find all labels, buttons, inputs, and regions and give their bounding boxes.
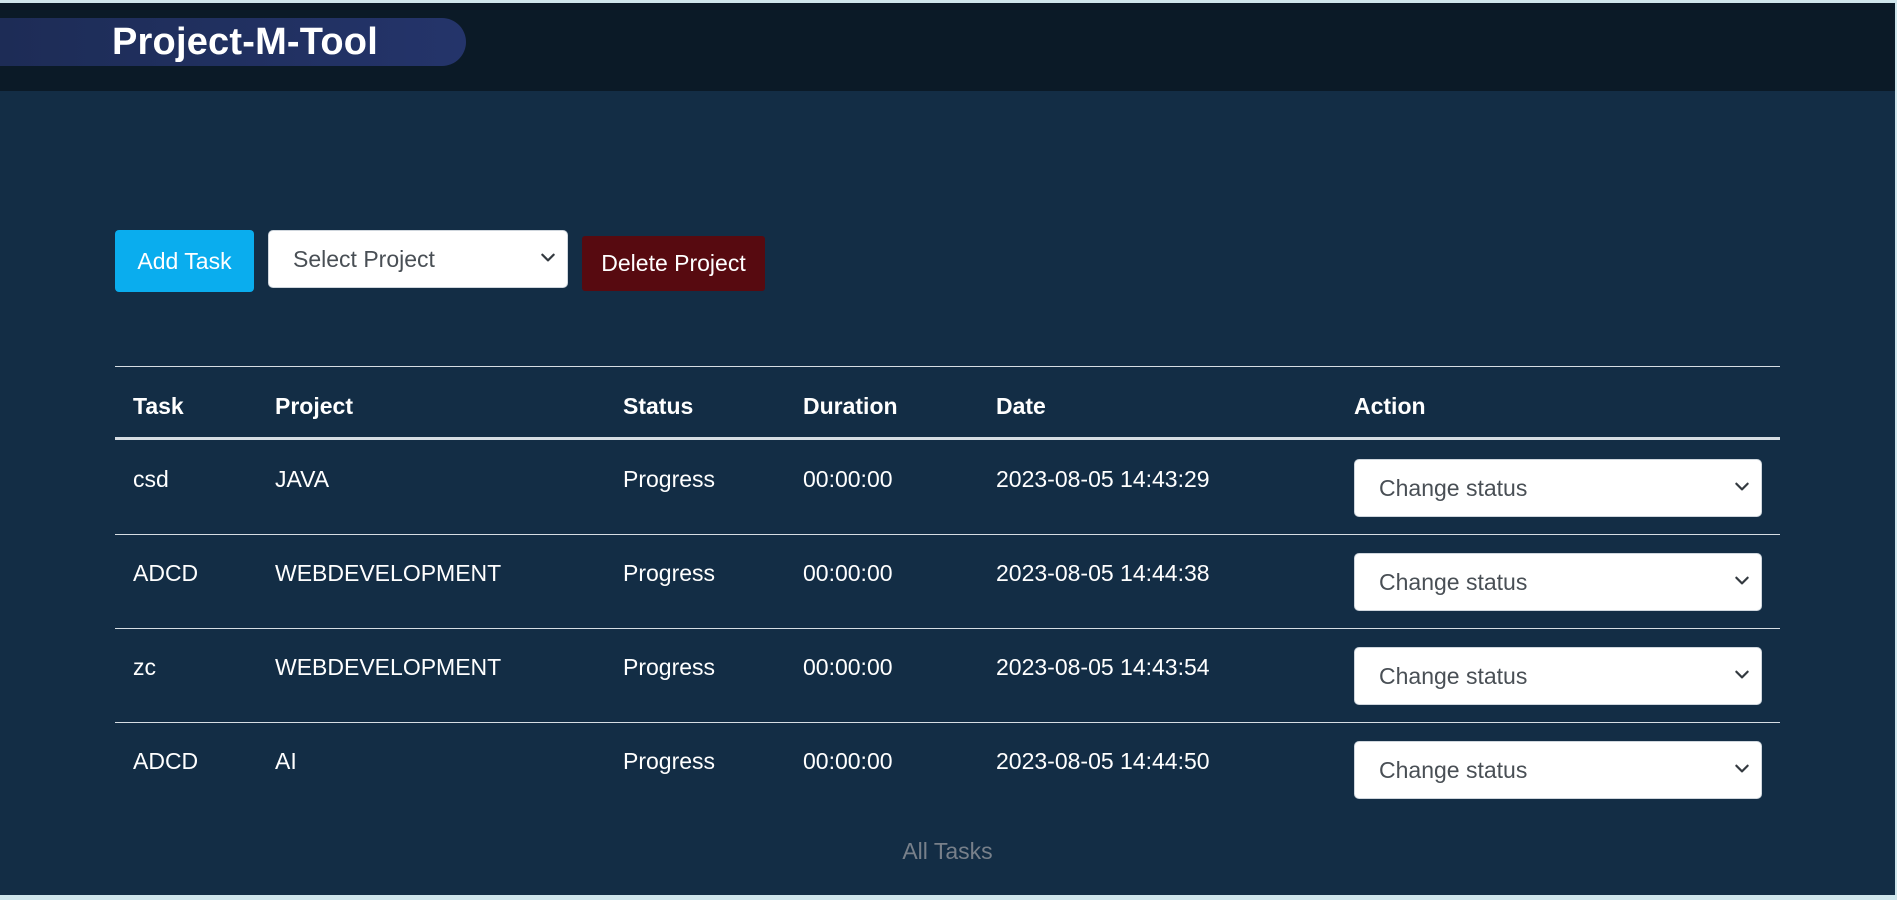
duration-cell: 00:00:00 [803,466,893,492]
project-cell: AI [275,748,297,774]
status-cell: Progress [623,466,716,492]
table-top-divider [115,366,1780,367]
row-divider [115,534,1780,535]
app-title[interactable]: Project-M-Tool [112,20,378,64]
task-cell: zc [133,654,156,680]
chevron-down-icon [1735,482,1749,491]
project-select[interactable]: Select Project [268,230,568,288]
status-cell: Progress [623,560,716,586]
change-status-select[interactable]: Change status [1354,741,1762,799]
duration-cell: 00:00:00 [803,560,893,586]
project-select-value: Select Project [293,245,435,272]
change-status-select[interactable]: Change status [1354,553,1762,611]
date-cell: 2023-08-05 14:43:29 [996,466,1210,492]
chevron-down-icon [1735,764,1749,773]
project-cell: JAVA [275,466,330,492]
add-task-button[interactable]: Add Task [115,230,254,292]
status-cell: Progress [623,748,716,774]
table-header-divider [115,437,1780,440]
column-header-status: Status [623,393,694,419]
column-header-action: Action [1354,393,1426,419]
status-cell: Progress [623,654,716,680]
table-caption: All Tasks [902,838,993,864]
project-cell: WEBDEVELOPMENT [275,654,502,680]
top-navbar: Project-M-Tool [0,3,1895,91]
app-window: Project-M-Tool Add Task Select Project D… [0,3,1895,895]
column-header-date: Date [996,393,1046,419]
date-cell: 2023-08-05 14:44:38 [996,560,1210,586]
change-status-select[interactable]: Change status [1354,647,1762,705]
date-cell: 2023-08-05 14:44:50 [996,748,1210,774]
delete-project-button[interactable]: Delete Project [582,236,765,291]
row-divider [115,628,1780,629]
chevron-down-icon [1735,670,1749,679]
column-header-project: Project [275,393,353,419]
column-header-task: Task [133,393,184,419]
task-cell: ADCD [133,560,199,586]
column-header-duration: Duration [803,393,898,419]
row-divider [115,722,1780,723]
duration-cell: 00:00:00 [803,654,893,680]
change-status-value: Change status [1379,662,1528,689]
chevron-down-icon [541,253,555,262]
change-status-value: Change status [1379,568,1528,595]
date-cell: 2023-08-05 14:43:54 [996,654,1210,680]
project-cell: WEBDEVELOPMENT [275,560,502,586]
change-status-select[interactable]: Change status [1354,459,1762,517]
duration-cell: 00:00:00 [803,748,893,774]
change-status-value: Change status [1379,756,1528,783]
task-cell: csd [133,466,169,492]
task-cell: ADCD [133,748,199,774]
chevron-down-icon [1735,576,1749,585]
change-status-value: Change status [1379,474,1528,501]
